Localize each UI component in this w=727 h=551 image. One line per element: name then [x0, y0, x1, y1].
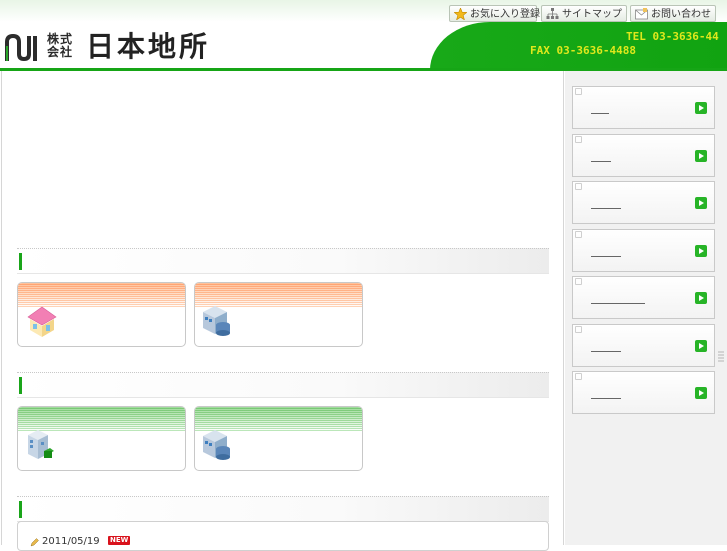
sitemap-icon	[546, 8, 559, 19]
house-icon	[27, 306, 57, 337]
company-name[interactable]: 日本地所	[86, 30, 210, 64]
sidebar-item-label	[591, 351, 621, 352]
sidebar-item-2[interactable]	[572, 134, 715, 177]
corner-mark	[575, 88, 582, 95]
corner-mark	[575, 183, 582, 190]
section-marker	[19, 501, 22, 518]
arrow-right-icon	[695, 150, 707, 162]
scroll-grip-icon[interactable]	[718, 350, 724, 364]
sidebar-item-4[interactable]	[572, 229, 715, 272]
section-header-1	[17, 248, 549, 274]
section-marker	[19, 253, 22, 270]
sidebar-item-label	[591, 256, 621, 257]
section-marker	[19, 377, 22, 394]
favorite-button[interactable]: お気に入り登録	[449, 5, 540, 22]
contact-button-label: お問い合わせ	[651, 9, 711, 20]
sidebar-item-label	[591, 113, 609, 114]
sidebar-item-3[interactable]	[572, 181, 715, 224]
tel-number: TEL 03-3636-44	[626, 30, 719, 43]
office-building-icon	[28, 430, 54, 459]
sidebar-item-6[interactable]	[572, 324, 715, 367]
sidebar-item-7[interactable]	[572, 371, 715, 414]
sitemap-button[interactable]: サイトマップ	[541, 5, 627, 22]
building-icon	[203, 430, 230, 460]
sitemap-button-label: サイトマップ	[562, 9, 622, 20]
news-date: 2011/05/19	[42, 536, 100, 547]
corner-mark	[575, 326, 582, 333]
category-card-building[interactable]	[194, 282, 363, 347]
corner-mark	[575, 231, 582, 238]
sidebar-item-5[interactable]	[572, 276, 715, 319]
category-card-building-2[interactable]	[194, 406, 363, 471]
corner-mark	[575, 278, 582, 285]
star-icon	[454, 8, 467, 20]
sidebar-item-1[interactable]	[572, 86, 715, 129]
new-badge: NEW	[108, 536, 131, 545]
mail-icon	[635, 8, 648, 20]
arrow-right-icon	[695, 102, 707, 114]
category-card-house[interactable]	[17, 282, 186, 347]
news-list: 2011/05/19 NEW	[17, 521, 549, 551]
fax-number: FAX 03-3636-4488	[530, 44, 636, 57]
section-header-news	[17, 496, 549, 522]
section-header-2	[17, 372, 549, 398]
sidebar-item-label	[591, 398, 621, 399]
building-icon	[203, 306, 230, 336]
arrow-right-icon	[695, 387, 707, 399]
sidebar-item-label	[591, 208, 621, 209]
site-header: 株式会社 日本地所 TEL 03-3636-44 FAX 03-3636-448…	[0, 0, 727, 71]
corner-mark	[575, 136, 582, 143]
arrow-right-icon	[695, 197, 707, 209]
pencil-icon	[30, 538, 39, 547]
corner-mark	[575, 373, 582, 380]
favorite-button-label: お気に入り登録	[470, 9, 540, 20]
logo-kaisha-text: 株式会社	[47, 32, 74, 59]
company-logo-icon[interactable]	[4, 34, 44, 62]
category-card-office[interactable]	[17, 406, 186, 471]
sidebar-item-label	[591, 303, 645, 304]
arrow-right-icon	[695, 245, 707, 257]
contact-button[interactable]: お問い合わせ	[630, 5, 716, 22]
arrow-right-icon	[695, 292, 707, 304]
arrow-right-icon	[695, 340, 707, 352]
sidebar-item-label	[591, 161, 611, 162]
